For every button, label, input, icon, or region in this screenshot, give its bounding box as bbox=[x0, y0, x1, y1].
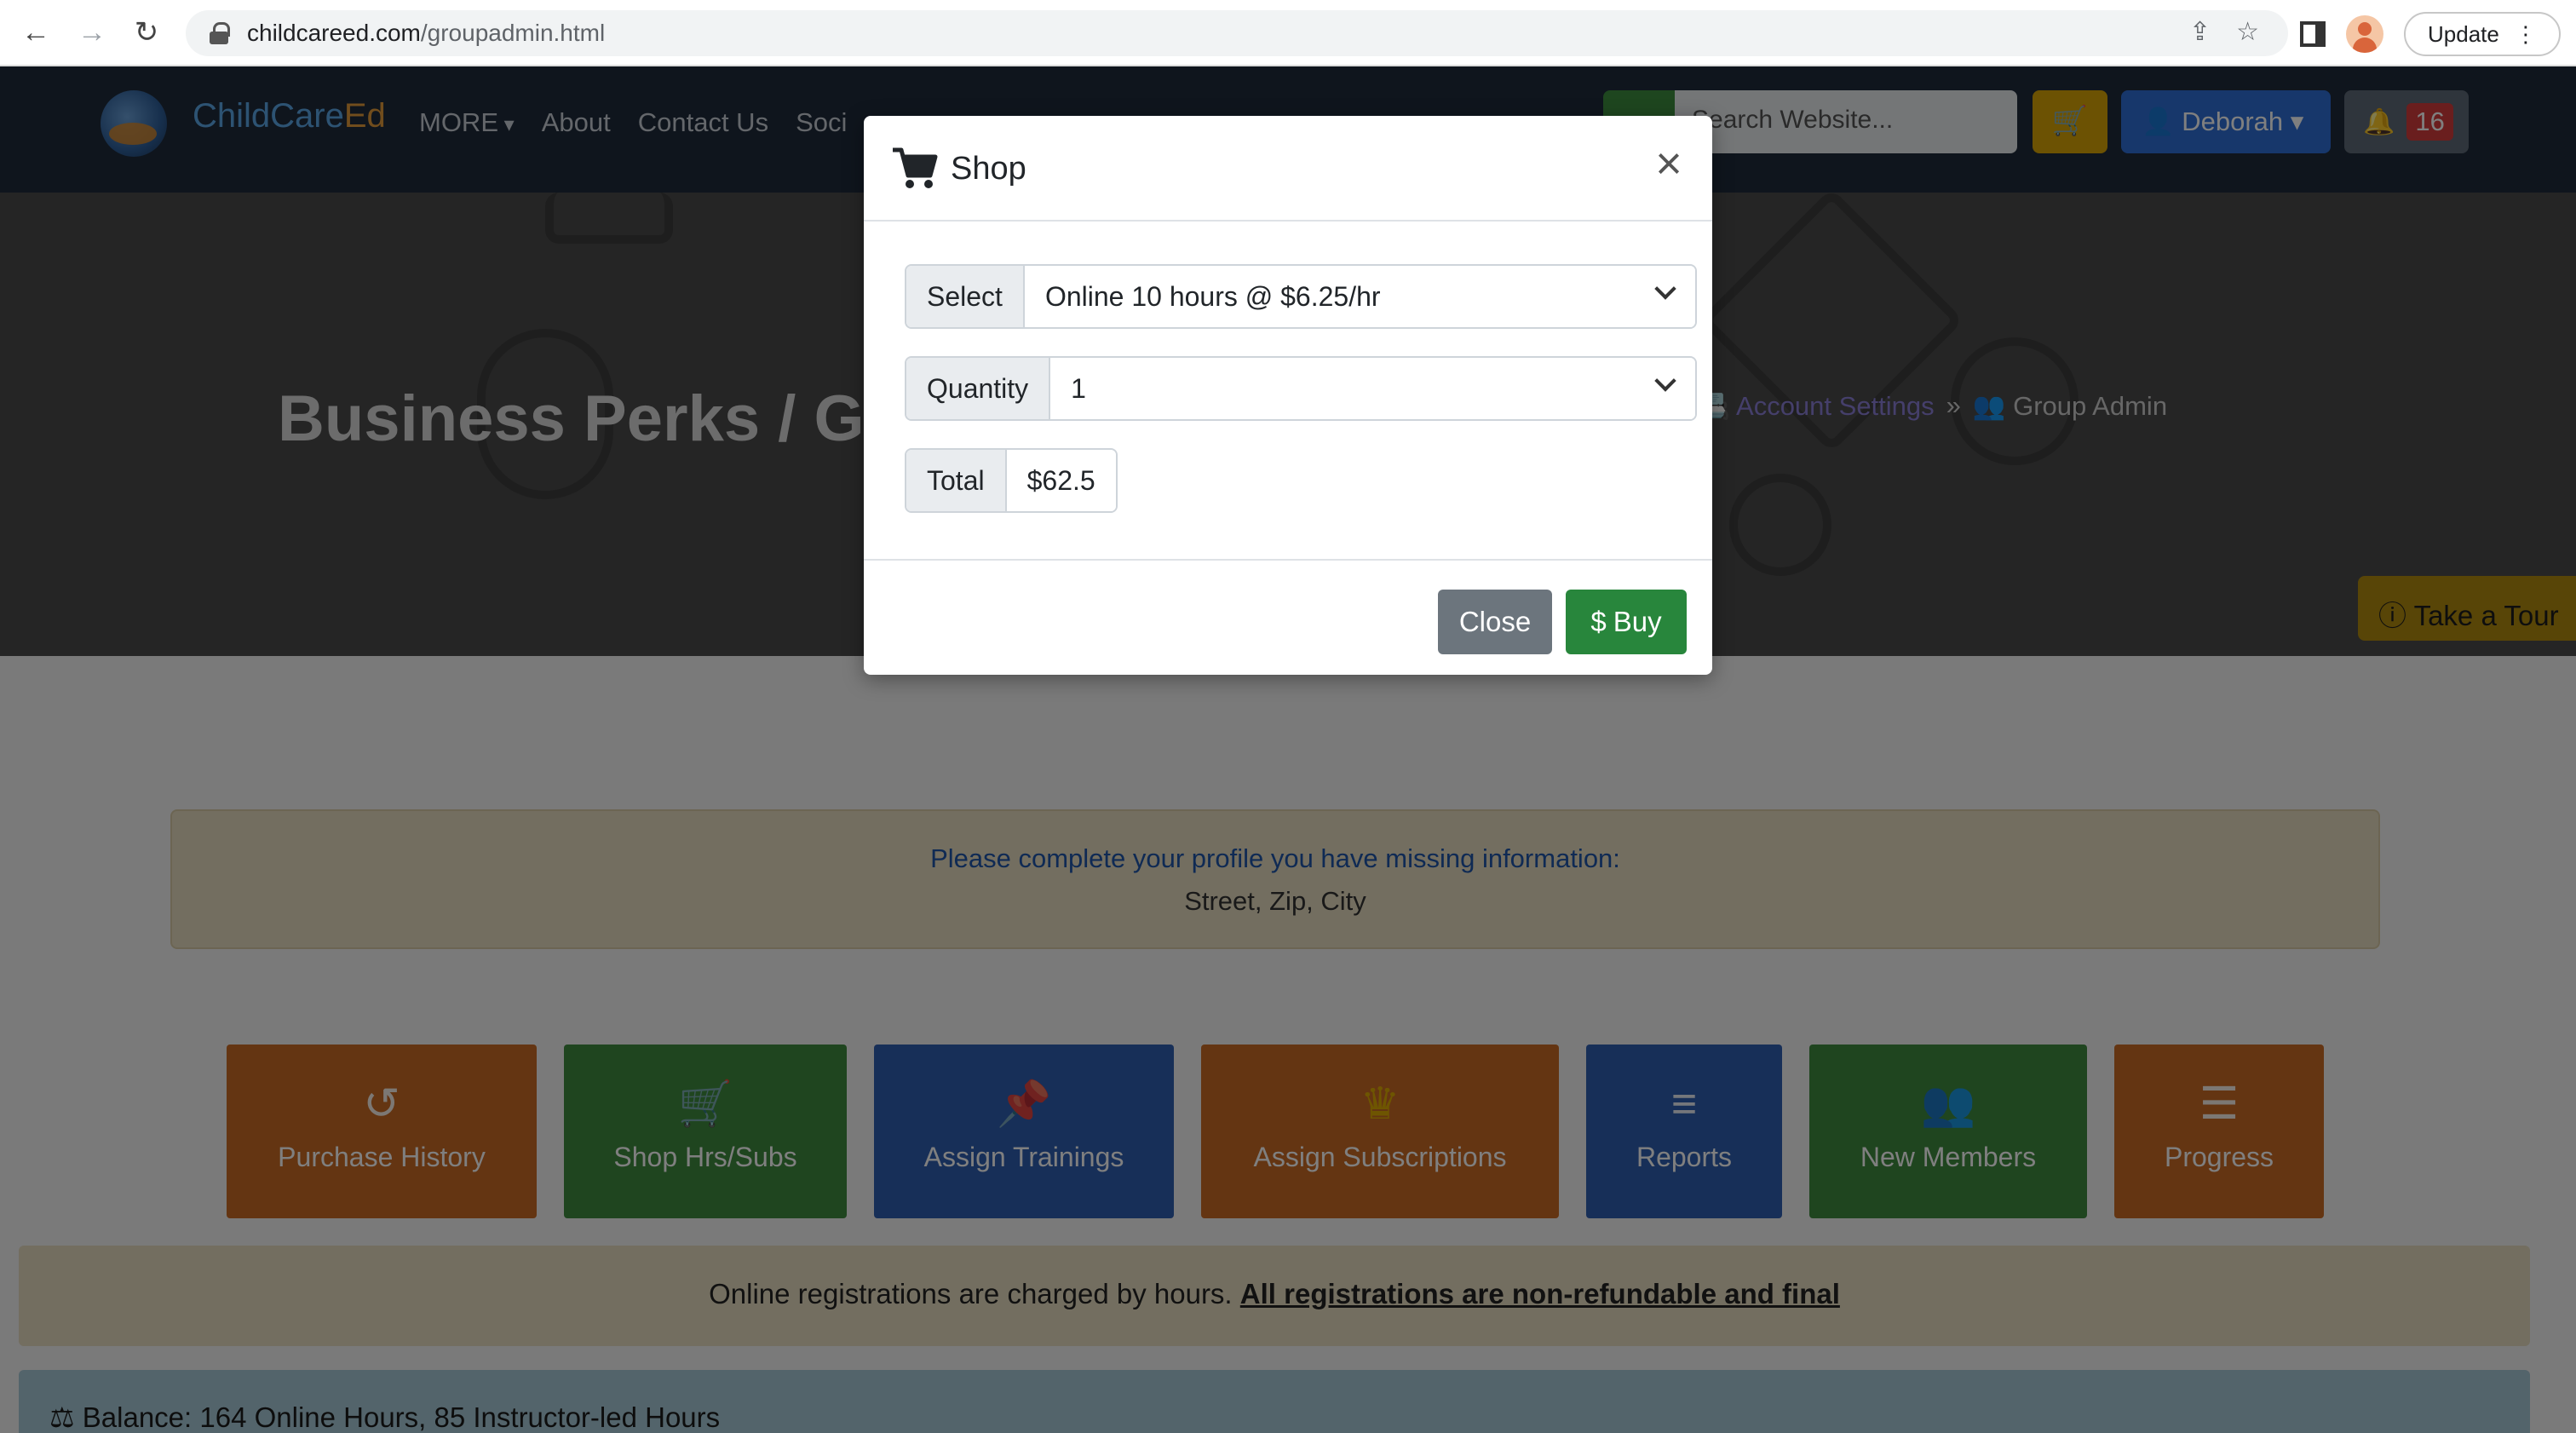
shop-modal: Shop × Select Online 10 hours @ $6.25/hr… bbox=[864, 116, 1712, 675]
quantity-select[interactable]: 1 bbox=[1050, 358, 1695, 419]
address-bar[interactable]: childcareed.com/groupadmin.html ⇪ ☆ bbox=[186, 10, 2288, 56]
update-button[interactable]: Update ⋮ bbox=[2404, 12, 2561, 56]
lock-icon bbox=[210, 22, 230, 44]
chevron-down-icon bbox=[1654, 370, 1676, 392]
modal-title-text: Shop bbox=[951, 150, 1026, 187]
back-icon[interactable]: ← bbox=[19, 15, 53, 49]
cart-icon bbox=[893, 147, 938, 188]
quantity-label: Quantity bbox=[906, 358, 1051, 419]
share-icon[interactable]: ⇪ bbox=[2189, 17, 2211, 47]
quantity-select-value: 1 bbox=[1071, 373, 1086, 404]
profile-avatar[interactable] bbox=[2346, 15, 2383, 53]
url-text: childcareed.com/groupadmin.html bbox=[247, 20, 606, 46]
reload-icon[interactable]: ↻ bbox=[129, 15, 164, 49]
product-select-value: Online 10 hours @ $6.25/hr bbox=[1044, 281, 1381, 312]
total-group: Total $62.5 bbox=[905, 448, 1118, 513]
forward-icon[interactable]: → bbox=[75, 15, 109, 49]
dollar-icon: $ bbox=[1590, 606, 1607, 637]
select-group: Select Online 10 hours @ $6.25/hr bbox=[905, 264, 1697, 329]
side-panel-icon[interactable] bbox=[2300, 21, 2326, 47]
product-select[interactable]: Online 10 hours @ $6.25/hr bbox=[1024, 266, 1695, 327]
select-label: Select bbox=[906, 266, 1025, 327]
quantity-group: Quantity 1 bbox=[905, 356, 1697, 421]
buy-label: Buy bbox=[1613, 606, 1662, 637]
chevron-down-icon bbox=[1654, 278, 1676, 300]
modal-footer: Close $ Buy bbox=[864, 559, 1712, 675]
total-label: Total bbox=[906, 450, 1007, 511]
buy-button[interactable]: $ Buy bbox=[1566, 590, 1687, 654]
close-button[interactable]: Close bbox=[1438, 590, 1552, 654]
modal-header: Shop × bbox=[864, 116, 1712, 222]
kebab-menu-icon: ⋮ bbox=[2514, 20, 2537, 47]
total-value: $62.5 bbox=[1006, 450, 1116, 511]
close-icon[interactable]: × bbox=[1649, 141, 1688, 187]
modal-title: Shop bbox=[891, 147, 1026, 191]
browser-chrome: ← → ↻ childcareed.com/groupadmin.html ⇪ … bbox=[0, 0, 2576, 66]
star-icon[interactable]: ☆ bbox=[2236, 17, 2259, 47]
update-label: Update bbox=[2428, 20, 2499, 47]
